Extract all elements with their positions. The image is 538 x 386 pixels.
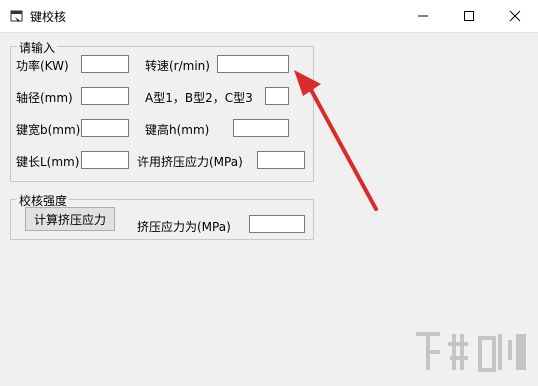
arrow-shaft [308, 86, 378, 211]
app-window: 键校核 请输入 功率(KW) 转速(r/min) 轴径(mm) A型1，B型2，… [0, 0, 538, 386]
arrow-head [294, 70, 321, 96]
watermark-logo [416, 332, 526, 372]
annotation-arrow [294, 70, 378, 211]
